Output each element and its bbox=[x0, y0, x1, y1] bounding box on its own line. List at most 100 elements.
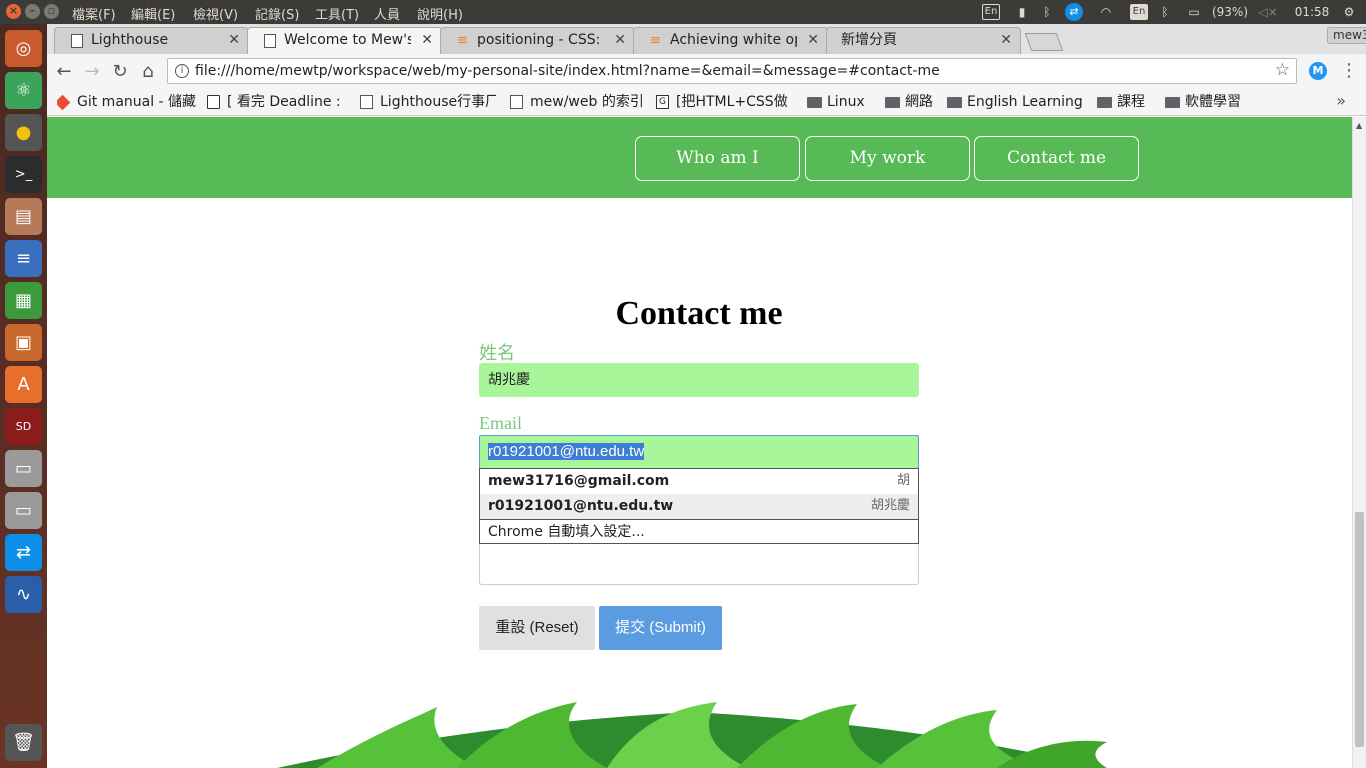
keyboard-indicator-1[interactable]: En bbox=[981, 3, 1001, 21]
bookmark-folder-english[interactable]: English Learning bbox=[947, 92, 1087, 112]
tab-title: 新增分頁 bbox=[841, 32, 897, 48]
menu-tools[interactable]: 工具(T) bbox=[315, 4, 359, 23]
tab-close-icon[interactable]: ✕ bbox=[421, 28, 433, 53]
page-scrollbar[interactable]: ▲ bbox=[1352, 117, 1366, 768]
reload-icon[interactable]: ↻ bbox=[109, 60, 131, 82]
address-bar[interactable]: i file:///home/mewtp/workspace/web/my-pe… bbox=[167, 58, 1297, 84]
bookmark-lighthouse[interactable]: Lighthouse行事厂 bbox=[360, 92, 496, 112]
chrome-menu-icon[interactable]: ⋮ bbox=[1340, 60, 1358, 81]
drive-icon-2[interactable]: ▭ bbox=[5, 492, 42, 529]
forward-arrow-icon[interactable]: → bbox=[81, 60, 103, 82]
autofill-settings-link[interactable]: Chrome 自動填入設定... bbox=[480, 519, 918, 545]
url-text[interactable]: file:///home/mewtp/workspace/web/my-pers… bbox=[195, 59, 940, 83]
extension-icon[interactable]: M bbox=[1309, 62, 1327, 80]
bookmark-git-manual[interactable]: Git manual - 儲藏 bbox=[57, 92, 199, 112]
bluetooth-icon-2[interactable]: ᛒ bbox=[1158, 3, 1172, 21]
volume-muted-icon[interactable]: ◁× bbox=[1258, 3, 1278, 21]
page-viewport: Who am I My work Contact me Contact me 姓… bbox=[47, 117, 1352, 768]
scrollbar-thumb[interactable] bbox=[1355, 512, 1364, 747]
nav-contact-me[interactable]: Contact me bbox=[974, 136, 1139, 181]
tab-achieving[interactable]: ≡ Achieving white op ✕ bbox=[633, 27, 828, 54]
bookmark-folder-network[interactable]: 網路 bbox=[885, 92, 945, 112]
bookmark-star-icon[interactable]: ☆ bbox=[1275, 60, 1290, 80]
page-icon bbox=[510, 95, 523, 109]
reset-button[interactable]: 重設 (Reset) bbox=[479, 606, 595, 650]
window-close-button[interactable]: × bbox=[6, 4, 21, 19]
terminal-icon[interactable]: >_ bbox=[5, 156, 42, 193]
bookmark-folder-courses[interactable]: 課程 bbox=[1097, 92, 1157, 112]
battery-icon[interactable]: ▭ bbox=[1182, 3, 1206, 21]
clock[interactable]: 01:58 bbox=[1290, 3, 1334, 21]
nav-my-work[interactable]: My work bbox=[805, 136, 970, 181]
menu-edit[interactable]: 編輯(E) bbox=[131, 4, 175, 23]
keyboard-indicator-label: En bbox=[1129, 4, 1149, 20]
bookmark-folder-linux[interactable]: Linux bbox=[807, 92, 877, 112]
chrome-icon[interactable]: ● bbox=[5, 114, 42, 151]
window-minimize-button[interactable]: – bbox=[25, 4, 40, 19]
menu-history[interactable]: 記錄(S) bbox=[255, 4, 299, 23]
top-panel: × – ▫ 檔案(F) 編輯(E) 檢視(V) 記錄(S) 工具(T) 人員 說… bbox=[0, 0, 1366, 24]
wifi-icon[interactable]: ◠ bbox=[1096, 3, 1116, 21]
submit-button[interactable]: 提交 (Submit) bbox=[599, 606, 722, 650]
tab-close-icon[interactable]: ✕ bbox=[1000, 28, 1012, 53]
tab-lighthouse[interactable]: Lighthouse ✕ bbox=[54, 27, 249, 54]
trash-icon[interactable]: 🗑 bbox=[5, 724, 42, 761]
new-tab-button[interactable] bbox=[1024, 33, 1064, 51]
home-icon[interactable]: ⌂ bbox=[137, 60, 159, 82]
bookmarks-bar: Git manual - 儲藏 [ 看完 Deadline : Lighthou… bbox=[47, 88, 1366, 116]
bookmark-label: 軟體學習 bbox=[1185, 94, 1241, 110]
bookmark-mew-web[interactable]: mew/web 的索引 bbox=[510, 92, 642, 112]
scroll-up-arrow-icon[interactable]: ▲ bbox=[1356, 121, 1362, 130]
drive-icon[interactable]: ▭ bbox=[5, 450, 42, 487]
writer-icon[interactable]: ≡ bbox=[5, 240, 42, 277]
nav-who-am-i[interactable]: Who am I bbox=[635, 136, 800, 181]
bookmark-folder-software[interactable]: 軟體學習 bbox=[1165, 92, 1265, 112]
bluetooth-icon[interactable]: ᛒ bbox=[1040, 3, 1054, 21]
profile-button[interactable]: mew31716 bbox=[1327, 27, 1366, 44]
tab-positioning[interactable]: ≡ positioning - CSS: fi ✕ bbox=[440, 27, 635, 54]
tab-close-icon[interactable]: ✕ bbox=[614, 28, 626, 53]
window-maximize-button[interactable]: ▫ bbox=[44, 4, 59, 19]
teamviewer-icon[interactable]: ⇄ bbox=[5, 534, 42, 571]
autofill-suggestion[interactable]: mew31716@gmail.com 胡 bbox=[480, 469, 918, 494]
email-label: Email bbox=[479, 413, 522, 433]
software-center-icon[interactable]: A bbox=[5, 366, 42, 403]
more-bookmarks-chevron-icon[interactable]: » bbox=[1336, 91, 1346, 110]
phone-icon[interactable]: ▮ bbox=[1013, 3, 1031, 21]
stackoverflow-icon: ≡ bbox=[457, 33, 468, 48]
menu-help[interactable]: 說明(H) bbox=[417, 4, 463, 23]
files-icon[interactable]: ▤ bbox=[5, 198, 42, 235]
page-icon bbox=[264, 34, 276, 48]
bookmark-deadline[interactable]: [ 看完 Deadline : bbox=[207, 92, 343, 112]
menu-people[interactable]: 人員 bbox=[374, 4, 400, 23]
autofill-suggestion-highlighted[interactable]: r01921001@ntu.edu.tw 胡兆慶 bbox=[480, 494, 918, 519]
atom-icon[interactable]: ⚛ bbox=[5, 72, 42, 109]
bookmark-label: [ 看完 Deadline : bbox=[227, 94, 341, 110]
teamviewer-tray-icon[interactable]: ⇄ bbox=[1064, 3, 1084, 21]
ubuntu-dash-icon[interactable]: ◎ bbox=[5, 30, 42, 67]
sd-card-icon[interactable]: SD bbox=[5, 408, 42, 445]
tab-title: Achieving white op bbox=[670, 32, 797, 48]
autofill-dropdown: mew31716@gmail.com 胡 r01921001@ntu.edu.t… bbox=[479, 468, 919, 544]
impress-icon[interactable]: ▣ bbox=[5, 324, 42, 361]
tab-close-icon[interactable]: ✕ bbox=[807, 28, 819, 53]
folder-icon bbox=[947, 97, 962, 108]
email-selected-text: r01921001@ntu.edu.tw bbox=[488, 443, 645, 460]
keyboard-indicator-2[interactable]: En bbox=[1129, 3, 1149, 21]
name-input[interactable]: 胡兆慶 bbox=[479, 363, 919, 397]
bookmark-html-css[interactable]: G [把HTML+CSS做 bbox=[656, 92, 795, 112]
calc-icon[interactable]: ▦ bbox=[5, 282, 42, 319]
menu-file[interactable]: 檔案(F) bbox=[72, 4, 116, 23]
tab-welcome[interactable]: Welcome to Mew's ✕ bbox=[247, 27, 442, 54]
page-icon bbox=[71, 34, 83, 48]
stackoverflow-icon: ≡ bbox=[650, 33, 661, 48]
launcher: ◎ ⚛ ● >_ ▤ ≡ ▦ ▣ A SD ▭ ▭ ⇄ ∿ 🗑 bbox=[0, 24, 47, 768]
menu-view[interactable]: 檢視(V) bbox=[193, 4, 238, 23]
email-input[interactable]: r01921001@ntu.edu.tw bbox=[479, 435, 919, 469]
power-gear-icon[interactable]: ⚙ bbox=[1340, 3, 1358, 21]
back-arrow-icon[interactable]: ← bbox=[53, 60, 75, 82]
system-monitor-icon[interactable]: ∿ bbox=[5, 576, 42, 613]
info-icon[interactable]: i bbox=[175, 64, 189, 78]
tab-close-icon[interactable]: ✕ bbox=[228, 28, 240, 53]
tab-new-tab[interactable]: 新增分頁 ✕ bbox=[826, 27, 1021, 54]
